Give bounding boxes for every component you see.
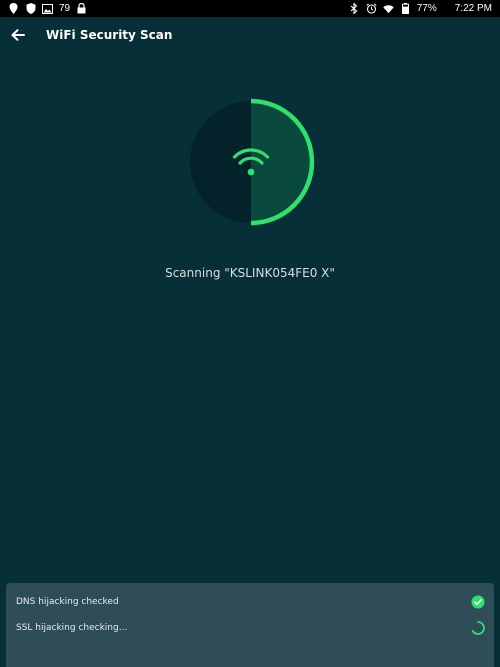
- arrow-left-icon: [11, 29, 25, 41]
- back-button[interactable]: [0, 17, 36, 53]
- check-row-ssl: SSL hijacking checking...: [16, 617, 486, 639]
- status-bar-right: 77% 7:22 PM: [341, 3, 500, 14]
- battery-percent: 77%: [416, 3, 437, 14]
- page-title: WiFi Security Scan: [46, 28, 173, 42]
- check-label-dns: DNS hijacking checked: [16, 597, 119, 607]
- loading-spinner-icon: [470, 620, 486, 636]
- status-bar: 79 77% 7:22 PM: [0, 0, 500, 17]
- check-row-dns: DNS hijacking checked: [16, 591, 486, 613]
- check-label-ssl: SSL hijacking checking...: [16, 623, 128, 633]
- app-bar: WiFi Security Scan: [0, 17, 500, 53]
- check-done-icon: [470, 594, 486, 610]
- gallery-icon: [42, 3, 53, 14]
- bluetooth-icon: [349, 3, 360, 14]
- pin-icon: [8, 3, 19, 14]
- check-panel: DNS hijacking checked SSL hijacking chec…: [6, 583, 494, 667]
- shield-icon: [25, 3, 36, 14]
- status-bar-left: 79: [0, 3, 95, 14]
- battery-icon: [400, 3, 411, 14]
- scan-status-text: Scanning "KSLINK054FE0 X": [165, 266, 335, 280]
- wifi-status-icon: [383, 3, 394, 14]
- temperature-text: 79: [59, 3, 71, 14]
- clock-time: 7:22 PM: [454, 3, 492, 14]
- alarm-icon: [366, 3, 377, 14]
- scan-progress-indicator: [189, 97, 319, 230]
- lock-icon: [76, 3, 87, 14]
